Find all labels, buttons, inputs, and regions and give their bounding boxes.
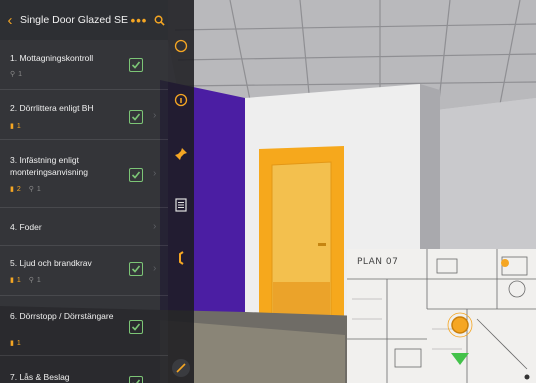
- checklist-item-4[interactable]: 4. Foder ›: [0, 208, 168, 246]
- chevron-right-icon: ›: [153, 110, 157, 121]
- photo-icon: ▮: [10, 340, 14, 347]
- edit-button[interactable]: [171, 358, 191, 378]
- photo-icon: ▮: [10, 123, 14, 130]
- item-label: 6. Dörrstopp / Dörrstängare: [10, 311, 114, 321]
- phone-button[interactable]: [171, 248, 191, 268]
- attachment-icon: ⚲: [28, 186, 34, 193]
- checkmark-icon: [132, 379, 141, 383]
- back-button[interactable]: ‹: [0, 0, 20, 40]
- info-button[interactable]: [171, 90, 191, 110]
- checklist-item-1[interactable]: 1. Mottagningskontroll ⚲ 1: [0, 40, 168, 90]
- info-icon: [174, 93, 188, 107]
- document-button[interactable]: [171, 195, 191, 215]
- item-label: 5. Ljud och brandkrav: [10, 258, 92, 268]
- item-meta: ▮ 1 ⚲ 1: [10, 276, 41, 285]
- item-label: 3. Infästning enligt monteringsanvisning: [10, 155, 88, 177]
- item-label: 1. Mottagningskontroll: [10, 53, 94, 63]
- checkmark-icon: [131, 171, 141, 179]
- photo-icon: ▮: [10, 186, 14, 193]
- item-label: 2. Dörrlittera enligt BH: [10, 103, 94, 113]
- item-meta: ▮ 2 ⚲ 1: [10, 185, 41, 194]
- pin-icon: [175, 148, 187, 160]
- checklist-item-6[interactable]: 6. Dörrstopp / Dörrstängare ▮ 1: [0, 296, 168, 356]
- search-button[interactable]: [150, 0, 168, 40]
- item-label: 4. Foder: [10, 222, 42, 232]
- chevron-right-icon: ›: [153, 263, 157, 274]
- checklist-item-3[interactable]: 3. Infästning enligt monteringsanvisning…: [0, 140, 168, 208]
- checklist-item-7[interactable]: 7. Lås & Beslag: [0, 356, 168, 383]
- checkmark-icon: [131, 61, 141, 69]
- item-meta: ⚲ 1: [10, 70, 23, 79]
- checklist-panel: ‹ Single Door Glazed SE... ••• 1. Mottag…: [0, 0, 168, 383]
- document-icon: [175, 198, 187, 212]
- item-checkbox[interactable]: [129, 168, 143, 182]
- phone-icon: [179, 251, 184, 265]
- floor-plan-minimap[interactable]: PLAN 07: [347, 249, 536, 383]
- item-checkbox[interactable]: [129, 262, 143, 276]
- floor-plan-drawing: [347, 249, 536, 383]
- photo-icon: ▮: [10, 277, 14, 284]
- pin-button[interactable]: [171, 144, 191, 164]
- edit-icon: [172, 359, 190, 377]
- item-checkbox[interactable]: [129, 58, 143, 72]
- compass-button[interactable]: [171, 36, 191, 56]
- chevron-right-icon: ›: [153, 221, 157, 232]
- plan-label: PLAN 07: [357, 257, 399, 267]
- panel-header: ‹ Single Door Glazed SE... •••: [0, 0, 168, 40]
- attachment-icon: ⚲: [10, 71, 16, 78]
- item-meta: ▮ 1: [10, 339, 21, 348]
- vertical-toolbar: [168, 0, 194, 383]
- checkmark-icon: [131, 323, 141, 331]
- item-checkbox[interactable]: [129, 320, 143, 334]
- chevron-right-icon: ›: [153, 168, 157, 179]
- item-checkbox[interactable]: [129, 110, 143, 124]
- more-options-button[interactable]: •••: [128, 13, 150, 28]
- chevron-left-icon: ‹: [7, 11, 13, 29]
- item-checkbox[interactable]: [129, 376, 143, 383]
- search-icon: [154, 15, 165, 26]
- item-meta: ▮ 1: [10, 122, 21, 131]
- item-label: 7. Lås & Beslag: [10, 372, 70, 382]
- checkmark-icon: [131, 113, 141, 121]
- attachment-icon: ⚲: [28, 277, 34, 284]
- checklist-item-5[interactable]: 5. Ljud och brandkrav ▮ 1 ⚲ 1 ›: [0, 246, 168, 296]
- panel-title: Single Door Glazed SE...: [20, 14, 128, 26]
- checklist-item-2[interactable]: 2. Dörrlittera enligt BH ▮ 1 ›: [0, 90, 168, 140]
- compass-icon: [174, 39, 188, 53]
- checkmark-icon: [131, 265, 141, 273]
